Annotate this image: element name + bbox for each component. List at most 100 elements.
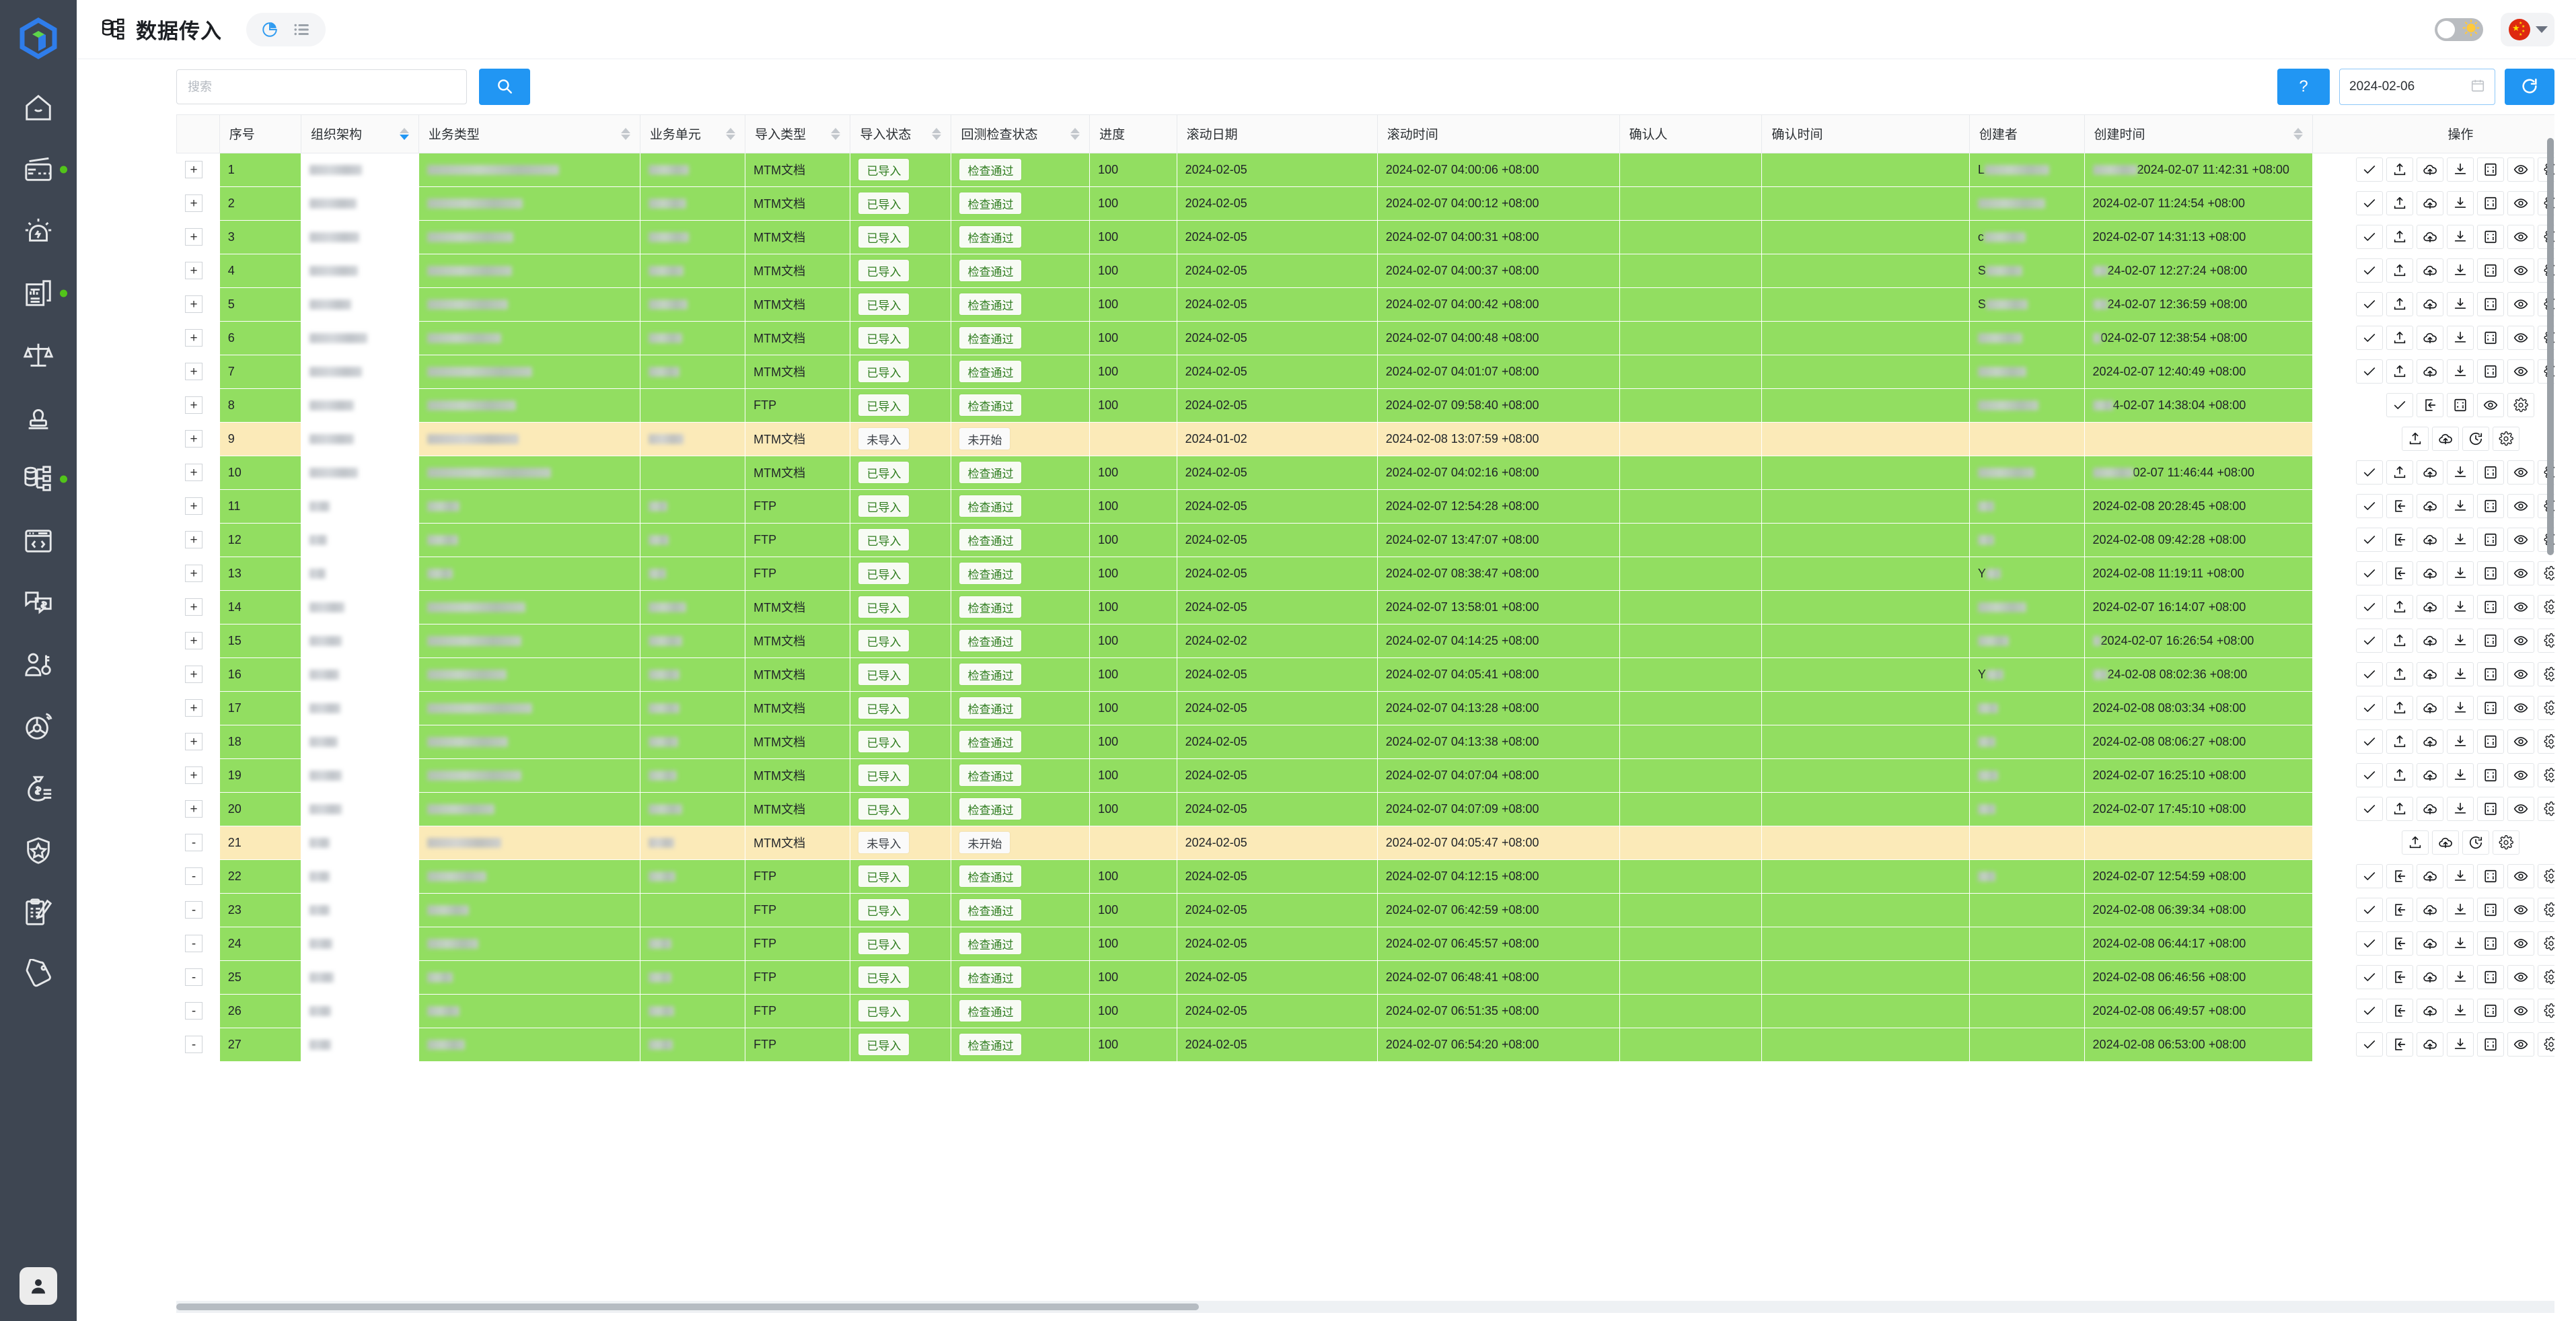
action-upload-button[interactable] bbox=[2386, 729, 2414, 754]
action-cloud-upload-button[interactable] bbox=[2417, 864, 2444, 888]
row-expand-toggle[interactable]: - bbox=[185, 935, 203, 952]
sidebar-item-9[interactable] bbox=[0, 634, 77, 696]
action-cloud-upload-button[interactable] bbox=[2417, 797, 2444, 821]
action-cloud-upload-button[interactable] bbox=[2417, 898, 2444, 922]
action-cloud-upload-button[interactable] bbox=[2431, 830, 2459, 855]
action-calculator-button[interactable] bbox=[2477, 931, 2505, 956]
action-calculator-button[interactable] bbox=[2477, 191, 2505, 215]
action-check-button[interactable] bbox=[2356, 999, 2384, 1023]
action-check-button[interactable] bbox=[2356, 326, 2384, 350]
action-check-button[interactable] bbox=[2356, 864, 2384, 888]
action-calculator-button[interactable] bbox=[2477, 326, 2505, 350]
language-selector[interactable]: ★ ★ ★ ★ ★ bbox=[2501, 12, 2554, 46]
action-import-arrow-button[interactable] bbox=[2386, 494, 2414, 518]
action-import-arrow-button[interactable] bbox=[2386, 965, 2414, 989]
action-check-button[interactable] bbox=[2356, 662, 2384, 686]
action-check-button[interactable] bbox=[2356, 595, 2384, 619]
action-eye-button[interactable] bbox=[2507, 460, 2535, 485]
action-check-button[interactable] bbox=[2356, 157, 2384, 182]
pie-chart-icon[interactable] bbox=[261, 21, 279, 38]
row-expand-toggle[interactable]: - bbox=[185, 968, 203, 986]
action-upload-button[interactable] bbox=[2386, 662, 2414, 686]
row-expand-toggle[interactable]: - bbox=[185, 901, 203, 919]
action-cloud-upload-button[interactable] bbox=[2417, 629, 2444, 653]
action-eye-button[interactable] bbox=[2507, 225, 2535, 249]
action-cloud-upload-button[interactable] bbox=[2417, 359, 2444, 384]
action-cloud-upload-button[interactable] bbox=[2417, 494, 2444, 518]
row-expand-toggle[interactable]: + bbox=[185, 363, 203, 380]
table-row[interactable]: +9 MTM文档 未导入 未开始 2024-01-02 2024-02-08 13:07:… bbox=[176, 421, 2554, 456]
action-calculator-button[interactable] bbox=[2477, 359, 2505, 384]
action-download-button[interactable] bbox=[2447, 864, 2474, 888]
action-cloud-upload-button[interactable] bbox=[2417, 528, 2444, 552]
action-check-button[interactable] bbox=[2356, 1032, 2384, 1057]
table-row[interactable]: +8 FTP 已导入 检查通过 100 2024-02-05 2024-02-07 09:5… bbox=[176, 388, 2554, 423]
row-expand-toggle[interactable]: + bbox=[185, 161, 203, 178]
action-download-button[interactable] bbox=[2447, 763, 2474, 787]
table-row[interactable]: +18 MTM文档 已导入 检查通过 100 2024-02-05 2024-02-07 0… bbox=[176, 724, 2554, 759]
action-download-button[interactable] bbox=[2447, 898, 2474, 922]
action-download-button[interactable] bbox=[2447, 965, 2474, 989]
row-expand-toggle[interactable]: + bbox=[185, 464, 203, 481]
table-row[interactable]: +11 FTP 已导入 检查通过 100 2024-02-05 2024-02-07 12:… bbox=[176, 489, 2554, 524]
action-check-button[interactable] bbox=[2356, 898, 2384, 922]
action-calculator-button[interactable] bbox=[2477, 763, 2505, 787]
action-upload-button[interactable] bbox=[2386, 629, 2414, 653]
action-eye-button[interactable] bbox=[2507, 292, 2535, 316]
action-calculator-button[interactable] bbox=[2477, 595, 2505, 619]
action-eye-button[interactable] bbox=[2507, 595, 2535, 619]
action-cloud-upload-button[interactable] bbox=[2417, 292, 2444, 316]
action-download-button[interactable] bbox=[2447, 191, 2474, 215]
action-calculator-button[interactable] bbox=[2477, 528, 2505, 552]
table-row[interactable]: +12 FTP 已导入 检查通过 100 2024-02-05 2024-02-07 13:… bbox=[176, 522, 2554, 557]
action-check-button[interactable] bbox=[2356, 225, 2384, 249]
sidebar-item-6[interactable] bbox=[0, 448, 77, 510]
action-cloud-upload-button[interactable] bbox=[2431, 427, 2459, 451]
table-row[interactable]: +4 MTM文档 已导入 检查通过 100 2024-02-05 2024-02-07 04… bbox=[176, 253, 2554, 288]
action-eye-button[interactable] bbox=[2507, 696, 2535, 720]
action-check-button[interactable] bbox=[2356, 292, 2384, 316]
row-expand-toggle[interactable]: + bbox=[185, 699, 203, 717]
action-calculator-button[interactable] bbox=[2447, 393, 2474, 417]
action-calculator-button[interactable] bbox=[2477, 292, 2505, 316]
vertical-scrollbar-thumb[interactable] bbox=[2547, 138, 2554, 555]
action-calculator-button[interactable] bbox=[2477, 494, 2505, 518]
action-eye-button[interactable] bbox=[2507, 662, 2535, 686]
action-calculator-button[interactable] bbox=[2477, 460, 2505, 485]
view-mode-toggle[interactable] bbox=[246, 12, 326, 46]
action-calculator-button[interactable] bbox=[2477, 864, 2505, 888]
table-row[interactable]: - 26 FTP 已导入 检查通过 100 2024-02-05 2024-02-07 06:… bbox=[176, 993, 2554, 1028]
action-upload-button[interactable] bbox=[2386, 292, 2414, 316]
action-cloud-upload-button[interactable] bbox=[2417, 561, 2444, 585]
row-expand-toggle[interactable]: + bbox=[185, 430, 203, 448]
sidebar-item-7[interactable] bbox=[0, 510, 77, 572]
app-logo[interactable] bbox=[0, 0, 77, 77]
row-expand-toggle[interactable]: + bbox=[185, 666, 203, 683]
action-upload-button[interactable] bbox=[2386, 258, 2414, 283]
row-expand-toggle[interactable]: + bbox=[185, 565, 203, 582]
action-cloud-upload-button[interactable] bbox=[2417, 662, 2444, 686]
horizontal-scrollbar-thumb[interactable] bbox=[176, 1304, 1199, 1310]
action-import-arrow-button[interactable] bbox=[2386, 864, 2414, 888]
column-sort-toggle[interactable] bbox=[1070, 127, 1080, 140]
row-expand-toggle[interactable]: + bbox=[185, 766, 203, 784]
sidebar-item-2[interactable] bbox=[0, 201, 77, 262]
action-check-button[interactable] bbox=[2356, 629, 2384, 653]
action-eye-button[interactable] bbox=[2507, 258, 2535, 283]
sidebar-item-3[interactable] bbox=[0, 262, 77, 324]
action-calculator-button[interactable] bbox=[2477, 729, 2505, 754]
action-upload-button[interactable] bbox=[2386, 763, 2414, 787]
action-import-arrow-button[interactable] bbox=[2386, 561, 2414, 585]
action-eye-button[interactable] bbox=[2507, 898, 2535, 922]
action-calculator-button[interactable] bbox=[2477, 629, 2505, 653]
action-eye-button[interactable] bbox=[2507, 1032, 2535, 1057]
action-upload-button[interactable] bbox=[2401, 427, 2429, 451]
action-download-button[interactable] bbox=[2447, 561, 2474, 585]
row-expand-toggle[interactable]: + bbox=[185, 632, 203, 649]
action-upload-button[interactable] bbox=[2386, 797, 2414, 821]
table-row[interactable]: +2 MTM文档 已导入 检查通过 100 2024-02-05 2024-02-07 04… bbox=[176, 186, 2554, 221]
action-gear-button[interactable] bbox=[2492, 427, 2519, 451]
row-expand-toggle[interactable]: - bbox=[185, 1036, 203, 1053]
action-download-button[interactable] bbox=[2447, 662, 2474, 686]
table-row[interactable]: - 24 FTP 已导入 检查通过 100 2024-02-05 2024-02-07 06:… bbox=[176, 926, 2554, 961]
